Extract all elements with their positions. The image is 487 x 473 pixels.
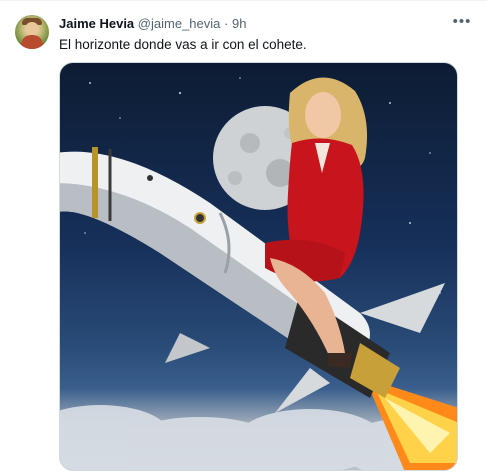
author-handle[interactable]: @jaime_hevia — [138, 16, 221, 31]
timestamp[interactable]: 9h — [232, 16, 246, 31]
avatar-body — [21, 35, 43, 49]
tweet-header: Jaime Hevia @jaime_hevia · 9h — [59, 16, 246, 31]
tweet-text: El horizonte donde vas a ir con el cohet… — [59, 37, 307, 52]
more-horizontal-icon[interactable]: ••• — [450, 12, 474, 32]
tweet: Jaime Hevia @jaime_hevia · 9h ••• El hor… — [0, 0, 487, 473]
avatar-face — [25, 22, 39, 36]
image-illustration — [60, 77, 457, 470]
tweet-image[interactable] — [59, 62, 458, 471]
separator: · — [224, 16, 229, 31]
author-name[interactable]: Jaime Hevia — [59, 16, 134, 31]
divider — [0, 0, 487, 1]
avatar[interactable] — [15, 15, 49, 49]
